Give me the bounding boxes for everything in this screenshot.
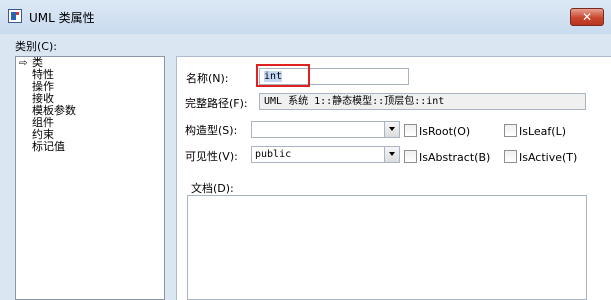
isabstract-checkbox[interactable]: [404, 150, 417, 163]
isactive-label: IsActive(T): [519, 151, 578, 164]
close-button[interactable]: ✕: [570, 8, 604, 26]
close-icon: ✕: [581, 10, 593, 24]
visibility-label: 可见性(V):: [185, 150, 238, 163]
category-tree[interactable]: ⇨ 类 特性 操作 接收 模板参数 组件 约束 标记值: [15, 56, 165, 300]
isroot-label: IsRoot(O): [419, 125, 471, 138]
stereotype-select[interactable]: [251, 121, 400, 138]
isactive-checkbox[interactable]: [504, 150, 517, 163]
window-title: UML 类属性: [29, 11, 95, 25]
highlight-box: [256, 64, 310, 87]
current-item-arrow-icon: ⇨: [19, 58, 28, 69]
isroot-checkbox[interactable]: [404, 124, 417, 137]
chevron-down-icon[interactable]: [384, 122, 399, 137]
fullpath-label: 完整路径(F):: [185, 97, 248, 110]
category-item-tagged-values[interactable]: 标记值: [32, 141, 65, 153]
fullpath-field: UML 系统 1::静态模型::顶层包::int: [259, 93, 586, 110]
isabstract-label: IsAbstract(B): [419, 151, 491, 164]
visibility-select[interactable]: public: [251, 146, 400, 163]
documentation-textarea[interactable]: [187, 195, 587, 300]
isleaf-checkbox[interactable]: [504, 124, 517, 137]
visibility-value: public: [255, 149, 292, 160]
app-icon: [8, 9, 22, 23]
chevron-down-icon[interactable]: [384, 147, 399, 162]
category-label: 类别(C):: [15, 40, 57, 53]
title-bar: UML 类属性 ✕: [0, 0, 611, 34]
doc-label: 文档(D):: [191, 182, 234, 195]
isleaf-label: IsLeaf(L): [519, 125, 567, 138]
name-label: 名称(N):: [186, 72, 229, 85]
stereotype-label: 构造型(S):: [185, 124, 238, 137]
